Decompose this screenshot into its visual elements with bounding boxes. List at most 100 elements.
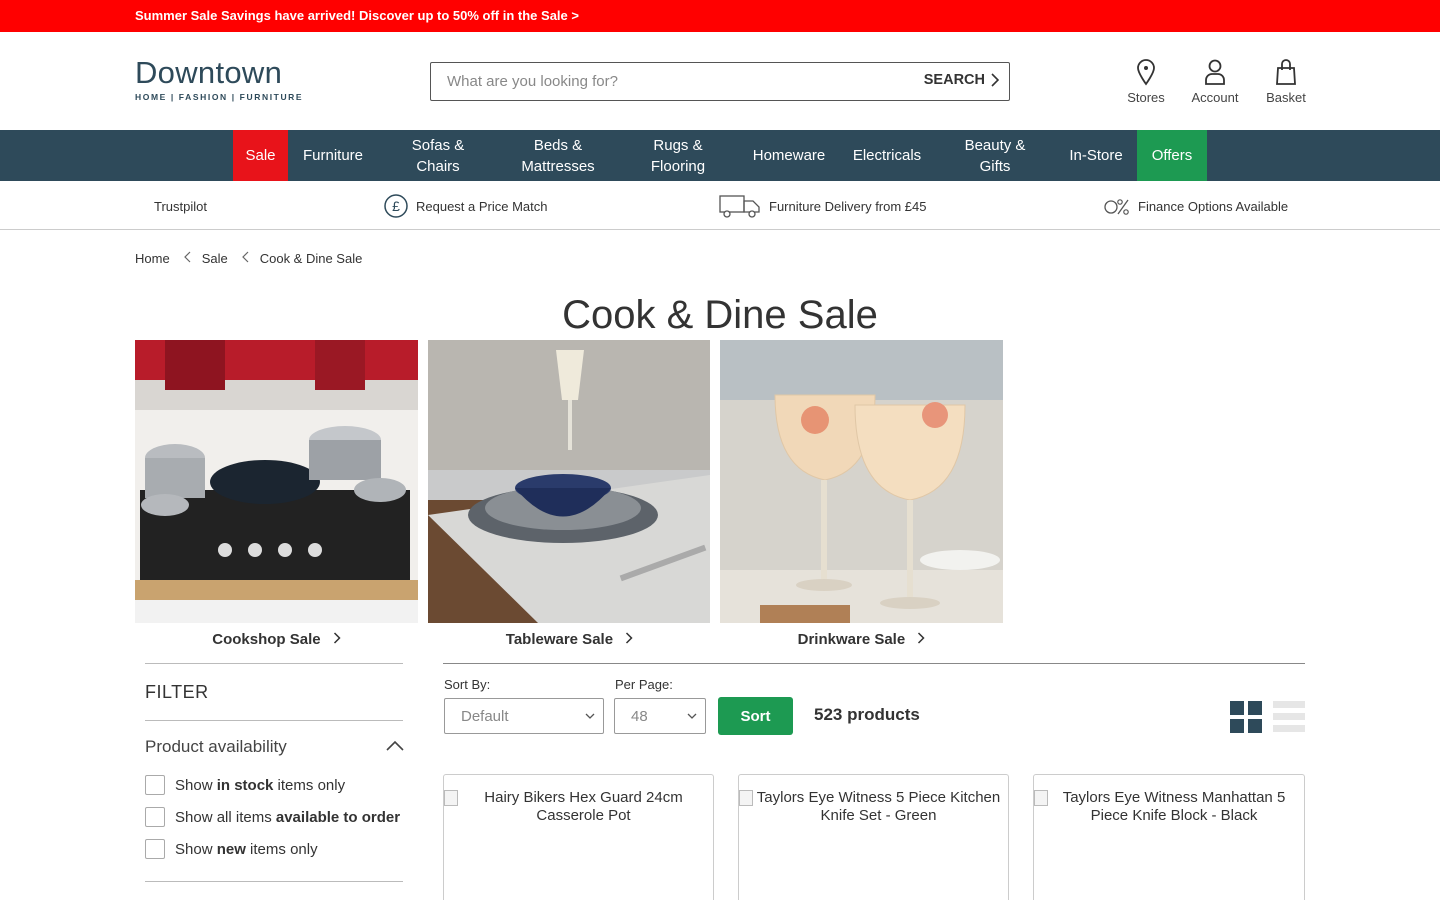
pound-icon: £	[384, 194, 408, 218]
sort-by-value: Default	[461, 707, 509, 725]
map-pin-icon	[1137, 59, 1155, 86]
chevron-right-icon	[991, 73, 999, 87]
filter-available-to-order[interactable]: Show all items available to order	[145, 807, 400, 827]
usp-bar: Trustpilot £ Request a Price Match Furni…	[0, 181, 1440, 230]
breadcrumb-home[interactable]: Home	[135, 251, 170, 266]
search-button-label: SEARCH	[923, 72, 985, 88]
logo-tagline: HOME | FASHION | FURNITURE	[135, 92, 304, 102]
checkbox[interactable]	[145, 839, 165, 859]
account-label: Account	[1191, 90, 1239, 105]
site-header: Downtown HOME | FASHION | FURNITURE What…	[0, 32, 1440, 130]
checkbox[interactable]	[145, 775, 165, 795]
grid-view-icon[interactable]	[1230, 701, 1262, 733]
chevron-left-icon	[183, 251, 191, 266]
filter-in-stock-label: Show in stock items only	[175, 776, 346, 794]
filter-new-items[interactable]: Show new items only	[145, 839, 318, 859]
toolbar-divider	[443, 663, 1305, 664]
product-card[interactable]: Taylors Eye Witness 5 Piece Kitchen Knif…	[738, 774, 1009, 900]
usp-finance-label: Finance Options Available	[1138, 198, 1289, 214]
shopping-bag-icon	[1276, 59, 1296, 85]
cookshop-image[interactable]	[135, 340, 418, 623]
nav-item-homeware[interactable]: Homeware	[742, 130, 836, 181]
chevron-right-icon	[918, 632, 925, 644]
nav-item-sale[interactable]: Sale	[233, 130, 288, 181]
availability-heading[interactable]: Product availability	[145, 737, 287, 757]
stores-label: Stores	[1127, 90, 1165, 105]
filter-available-to-order-label: Show all items available to order	[175, 808, 401, 826]
filter-divider	[145, 720, 403, 721]
search-button[interactable]: SEARCH	[924, 72, 999, 88]
per-page-label: Per Page:	[615, 677, 673, 692]
usp-price-match-label: Request a Price Match	[416, 198, 548, 214]
breadcrumb: Home Sale Cook & Dine Sale	[135, 251, 362, 266]
logo[interactable]: Downtown HOME | FASHION | FURNITURE	[135, 55, 310, 103]
usp-delivery-label: Furniture Delivery from £45	[769, 198, 927, 214]
basket-label: Basket	[1266, 90, 1306, 105]
tableware-image[interactable]	[428, 340, 710, 623]
broken-image-icon	[739, 790, 753, 806]
checkbox[interactable]	[145, 807, 165, 827]
chevron-left-icon	[241, 251, 249, 266]
list-view-icon[interactable]	[1273, 701, 1305, 733]
usp-price-match[interactable]: £ Request a Price Match	[384, 193, 548, 219]
stores-link[interactable]: Stores	[1111, 58, 1181, 105]
nav-item-offers[interactable]: Offers	[1137, 130, 1207, 181]
nav-item-beauty-gifts[interactable]: Beauty & Gifts	[950, 130, 1040, 181]
promo-banner[interactable]: Summer Sale Savings have arrived! Discov…	[0, 0, 1440, 32]
sort-by-select[interactable]: Default	[444, 698, 604, 734]
category-link-cookshop[interactable]: Cookshop Sale	[135, 631, 418, 648]
nav-item-sofas-chairs[interactable]: Sofas & Chairs	[396, 130, 480, 181]
chevron-down-icon	[687, 713, 697, 719]
filter-in-stock[interactable]: Show in stock items only	[145, 775, 345, 795]
zero-percent-icon	[1104, 199, 1129, 215]
filter-divider	[145, 881, 403, 882]
usp-trustpilot[interactable]: Trustpilot	[154, 193, 207, 219]
product-name[interactable]: Taylors Eye Witness Manhattan 5 Piece Kn…	[1050, 789, 1298, 825]
category-link-tableware[interactable]: Tableware Sale	[428, 631, 711, 648]
main-nav: Sale Furniture Sofas & Chairs Beds & Mat…	[0, 130, 1440, 181]
nav-item-in-store[interactable]: In-Store	[1059, 130, 1133, 181]
sort-by-label: Sort By:	[444, 677, 491, 692]
search-placeholder: What are you looking for?	[447, 73, 618, 90]
filter-title: FILTER	[145, 682, 209, 702]
per-page-value: 48	[631, 707, 648, 725]
breadcrumb-current: Cook & Dine Sale	[259, 251, 363, 266]
promo-text[interactable]: Summer Sale Savings have arrived! Discov…	[135, 8, 579, 23]
category-label-cookshop: Cookshop Sale	[212, 631, 321, 648]
product-card[interactable]: Hairy Bikers Hex Guard 24cm Casserole Po…	[443, 774, 714, 900]
nav-item-rugs-flooring[interactable]: Rugs & Flooring	[633, 130, 723, 181]
account-link[interactable]: Account	[1180, 58, 1250, 105]
broken-image-icon	[1034, 790, 1048, 806]
broken-image-icon	[444, 790, 458, 806]
filter-divider	[145, 663, 403, 664]
filter-new-items-label: Show new items only	[175, 840, 318, 858]
user-icon	[1205, 59, 1225, 85]
product-name[interactable]: Taylors Eye Witness 5 Piece Kitchen Knif…	[755, 789, 1002, 825]
usp-delivery[interactable]: Furniture Delivery from £45	[719, 193, 927, 219]
usp-trustpilot-label: Trustpilot	[154, 198, 207, 214]
chevron-right-icon	[333, 632, 341, 644]
usp-finance[interactable]: Finance Options Available	[1104, 193, 1288, 219]
product-name[interactable]: Hairy Bikers Hex Guard 24cm Casserole Po…	[460, 789, 707, 825]
page-title: Cook & Dine Sale	[562, 293, 878, 337]
logo-wordmark: Downtown	[135, 55, 283, 90]
chevron-up-icon[interactable]	[386, 740, 404, 752]
sort-button[interactable]: Sort	[718, 697, 793, 735]
nav-item-furniture[interactable]: Furniture	[290, 130, 376, 181]
truck-icon	[719, 195, 760, 218]
per-page-select[interactable]: 48	[614, 698, 706, 734]
chevron-down-icon	[585, 713, 595, 719]
svg-text:£: £	[392, 198, 400, 214]
search-input[interactable]: What are you looking for? SEARCH	[430, 62, 1010, 101]
nav-item-beds-mattresses[interactable]: Beds & Mattresses	[503, 130, 613, 181]
chevron-right-icon	[626, 632, 633, 644]
nav-item-electricals[interactable]: Electricals	[843, 130, 931, 181]
category-link-drinkware[interactable]: Drinkware Sale	[720, 631, 1003, 648]
product-card[interactable]: Taylors Eye Witness Manhattan 5 Piece Kn…	[1033, 774, 1305, 900]
category-label-tableware: Tableware Sale	[505, 631, 614, 648]
breadcrumb-sale[interactable]: Sale	[202, 251, 228, 266]
drinkware-image[interactable]	[720, 340, 1003, 623]
category-label-drinkware: Drinkware Sale	[797, 631, 906, 648]
product-count: 523 products	[814, 705, 920, 724]
basket-link[interactable]: Basket	[1251, 58, 1321, 105]
